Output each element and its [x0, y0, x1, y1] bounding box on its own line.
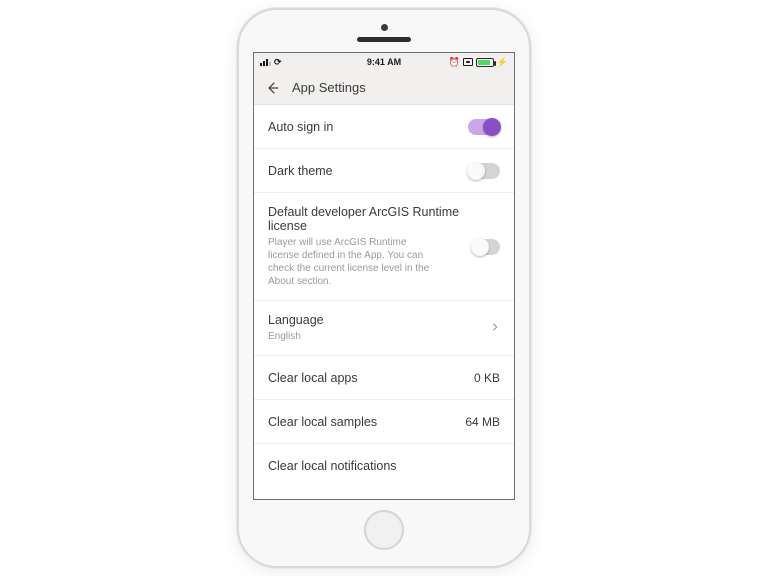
carrier-glyph: ⟳	[274, 57, 282, 68]
back-button[interactable]	[264, 79, 282, 97]
battery-icon	[476, 58, 494, 67]
runtime-license-sub: Player will use ArcGIS Runtime license d…	[268, 236, 438, 288]
dark-theme-label: Dark theme	[268, 164, 333, 178]
dark-theme-toggle[interactable]	[468, 163, 500, 179]
row-language[interactable]: Language English	[254, 301, 514, 356]
back-arrow-icon	[265, 80, 281, 96]
page-title: App Settings	[292, 80, 366, 95]
status-bar-left: ⟳	[260, 57, 282, 68]
alarm-icon: ⏰	[449, 57, 460, 68]
orientation-lock-icon	[463, 58, 473, 66]
status-bar-time: 9:41 AM	[367, 57, 401, 67]
clear-local-notifications-label: Clear local notifications	[268, 459, 397, 473]
row-auto-sign-in[interactable]: Auto sign in	[254, 105, 514, 149]
chevron-right-icon	[490, 319, 500, 337]
status-bar-right: ⏰ ⚡	[449, 57, 508, 68]
screen: ⟳ 9:41 AM ⏰ ⚡ App Settings Auto sign in	[253, 52, 515, 500]
phone-camera	[381, 24, 388, 31]
row-clear-local-samples[interactable]: Clear local samples 64 MB	[254, 400, 514, 444]
clear-local-apps-label: Clear local apps	[268, 371, 358, 385]
runtime-license-label: Default developer ArcGIS Runtime license	[268, 205, 472, 233]
nav-header: App Settings	[254, 71, 514, 105]
phone-frame: ⟳ 9:41 AM ⏰ ⚡ App Settings Auto sign in	[237, 8, 531, 568]
row-clear-local-apps[interactable]: Clear local apps 0 KB	[254, 356, 514, 400]
status-bar: ⟳ 9:41 AM ⏰ ⚡	[254, 53, 514, 71]
clear-local-samples-label: Clear local samples	[268, 415, 377, 429]
clear-local-samples-value: 64 MB	[465, 415, 500, 429]
home-button[interactable]	[364, 510, 404, 550]
row-clear-local-notifications[interactable]: Clear local notifications	[254, 444, 514, 488]
row-runtime-license[interactable]: Default developer ArcGIS Runtime license…	[254, 193, 514, 301]
row-dark-theme[interactable]: Dark theme	[254, 149, 514, 193]
clear-local-apps-value: 0 KB	[474, 371, 500, 385]
settings-list: Auto sign in Dark theme Default develope…	[254, 105, 514, 499]
language-value: English	[268, 330, 324, 343]
runtime-license-toggle[interactable]	[472, 239, 500, 255]
phone-speaker	[357, 37, 411, 42]
language-label: Language	[268, 313, 324, 327]
signal-icon	[260, 59, 271, 66]
charging-icon: ⚡	[497, 57, 508, 68]
auto-sign-in-toggle[interactable]	[468, 119, 500, 135]
auto-sign-in-label: Auto sign in	[268, 120, 333, 134]
